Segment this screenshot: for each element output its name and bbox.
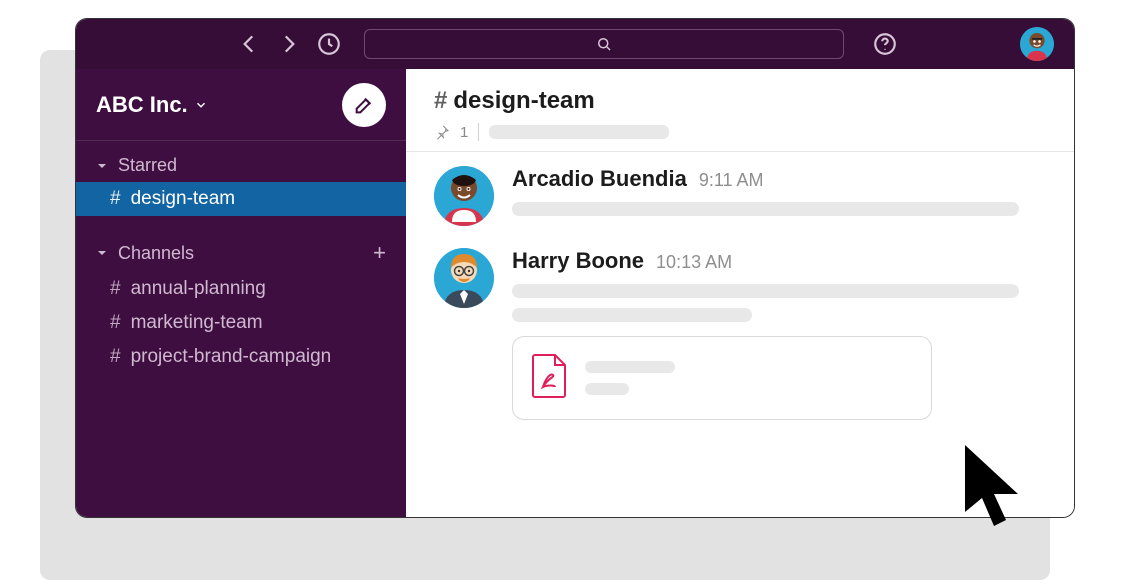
history-button[interactable]	[316, 31, 342, 57]
hash-icon: #	[110, 312, 121, 334]
hash-icon: #	[110, 278, 121, 300]
channel-title[interactable]: #design-team	[434, 87, 1046, 115]
file-attachment[interactable]	[512, 336, 932, 420]
message-text-placeholder	[512, 202, 1019, 216]
section-channels[interactable]: Channels +	[76, 226, 406, 272]
forward-button[interactable]	[276, 31, 302, 57]
caret-down-icon	[96, 247, 108, 259]
channel-topic-placeholder[interactable]	[489, 125, 669, 139]
help-button[interactable]	[872, 31, 898, 57]
channel-annual-planning[interactable]: # annual-planning	[76, 272, 406, 306]
add-channel-button[interactable]: +	[373, 240, 386, 266]
channel-name: design-team	[453, 87, 594, 114]
top-bar	[76, 19, 1074, 69]
pdf-icon	[531, 353, 569, 404]
hash-icon: #	[110, 188, 121, 210]
channel-design-team[interactable]: # design-team	[76, 182, 406, 216]
attachment-meta-placeholder	[585, 383, 629, 395]
channel-marketing-team[interactable]: # marketing-team	[76, 306, 406, 340]
cursor-pointer-icon	[960, 440, 1040, 545]
section-label: Starred	[118, 155, 177, 176]
message-author[interactable]: Arcadio Buendia	[512, 166, 687, 192]
sidebar: ABC Inc. Starred # design-team Channels …	[76, 69, 406, 517]
avatar[interactable]	[434, 248, 494, 308]
avatar[interactable]	[434, 166, 494, 226]
channel-header: #design-team 1	[406, 69, 1074, 152]
pinned-count[interactable]: 1	[460, 124, 468, 141]
channel-project-brand-campaign[interactable]: # project-brand-campaign	[76, 340, 406, 374]
pin-icon	[434, 124, 450, 140]
message-author[interactable]: Harry Boone	[512, 248, 644, 274]
caret-down-icon	[96, 160, 108, 172]
channel-label: design-team	[131, 188, 236, 210]
section-label: Channels	[118, 243, 194, 264]
message: Harry Boone 10:13 AM	[434, 248, 1046, 420]
chevron-down-icon	[194, 98, 208, 112]
message-text-placeholder	[512, 284, 1019, 298]
message-text-placeholder	[512, 308, 752, 322]
message-time: 10:13 AM	[656, 252, 732, 273]
back-button[interactable]	[236, 31, 262, 57]
channel-label: marketing-team	[131, 312, 263, 334]
user-avatar[interactable]	[1020, 27, 1054, 61]
workspace-name: ABC Inc.	[96, 92, 188, 118]
compose-button[interactable]	[342, 83, 386, 127]
workspace-switcher[interactable]: ABC Inc.	[76, 69, 406, 141]
section-starred[interactable]: Starred	[76, 141, 406, 182]
hash-icon: #	[434, 87, 447, 114]
message: Arcadio Buendia 9:11 AM	[434, 166, 1046, 226]
message-time: 9:11 AM	[699, 170, 764, 191]
channel-label: annual-planning	[131, 278, 266, 300]
message-list: Arcadio Buendia 9:11 AM	[406, 152, 1074, 434]
hash-icon: #	[110, 346, 121, 368]
channel-label: project-brand-campaign	[131, 346, 332, 368]
app-window: ABC Inc. Starred # design-team Channels …	[75, 18, 1075, 518]
attachment-title-placeholder	[585, 361, 675, 373]
divider	[478, 123, 479, 141]
search-input[interactable]	[364, 29, 844, 59]
